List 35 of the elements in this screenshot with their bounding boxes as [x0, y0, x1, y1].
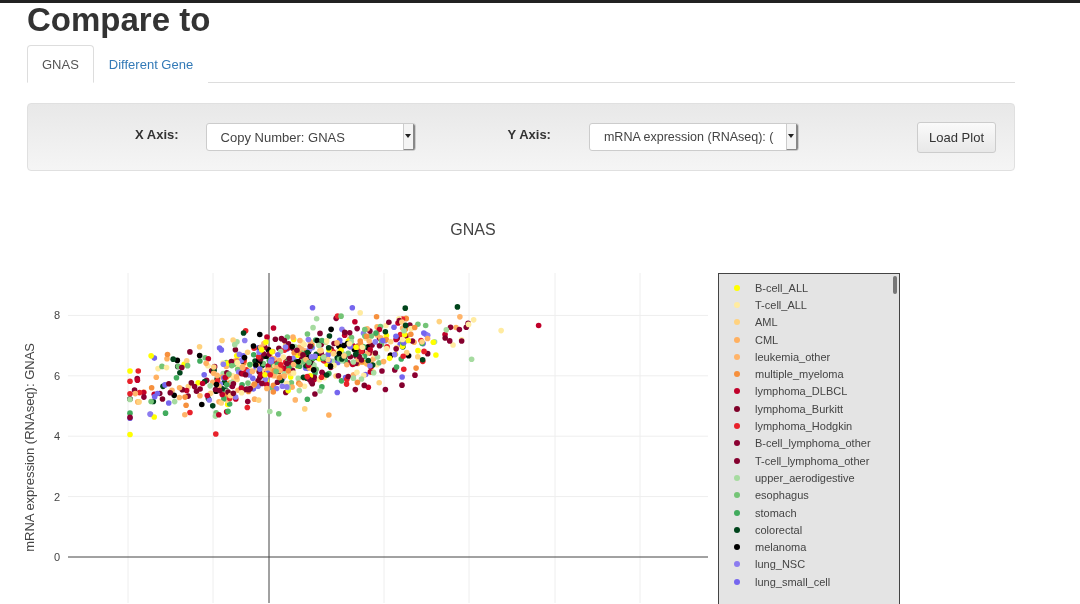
y-axis-title: mRNA expression (RNAseq): GNAS — [22, 343, 38, 552]
select-field[interactable]: mRNA expression (RNAseq): ( — [588, 123, 799, 151]
legend-label: T-cell_ALL — [755, 298, 807, 311]
legend-label: stomach — [755, 506, 797, 519]
scrollbar[interactable] — [893, 276, 897, 294]
page-heading: Compare to — [27, 3, 212, 37]
y-tick-label: 4 — [53, 430, 60, 443]
y-tick-label: 0 — [53, 551, 60, 563]
y-tick-label: 6 — [53, 369, 60, 382]
legend-label: lymphoma_Burkitt — [755, 402, 844, 415]
y-axis-label: Y Axis: — [507, 126, 551, 142]
legend-label: leukemia_other — [755, 350, 831, 363]
legend-label: B-cell_lymphoma_other — [755, 437, 871, 450]
load-plot-button[interactable]: Load Plot — [917, 121, 996, 153]
plot-title: GNAS — [449, 221, 497, 239]
legend-label: esophagus — [755, 489, 809, 502]
select-field[interactable]: Copy Number: GNAS — [205, 123, 416, 151]
tab[interactable]: GNAS — [27, 45, 94, 83]
legend-label: lung_NSC — [755, 558, 806, 571]
caret-icon — [402, 124, 415, 150]
legend-label: lymphoma_Hodgkin — [755, 420, 853, 432]
y-tick-label: 2 — [53, 490, 60, 503]
caret-icon — [785, 124, 798, 150]
legend-label: CML — [755, 333, 779, 346]
y-tick-label: 8 — [53, 309, 60, 322]
x-axis-label: X Axis: — [135, 126, 179, 142]
legend-label: colorectal — [755, 523, 803, 536]
legend-label: AML — [755, 316, 778, 329]
legend-label: upper_aerodigestive — [755, 471, 855, 484]
legend-label: lung_small_cell — [755, 575, 831, 588]
legend-label: T-cell_lymphoma_other — [755, 454, 870, 467]
legend-label: lymphoma_DLBCL — [755, 385, 848, 398]
legend-label: B-cell_ALL — [755, 281, 809, 294]
legend-label: multiple_myeloma — [755, 368, 844, 381]
legend-label: melanoma — [755, 541, 807, 554]
